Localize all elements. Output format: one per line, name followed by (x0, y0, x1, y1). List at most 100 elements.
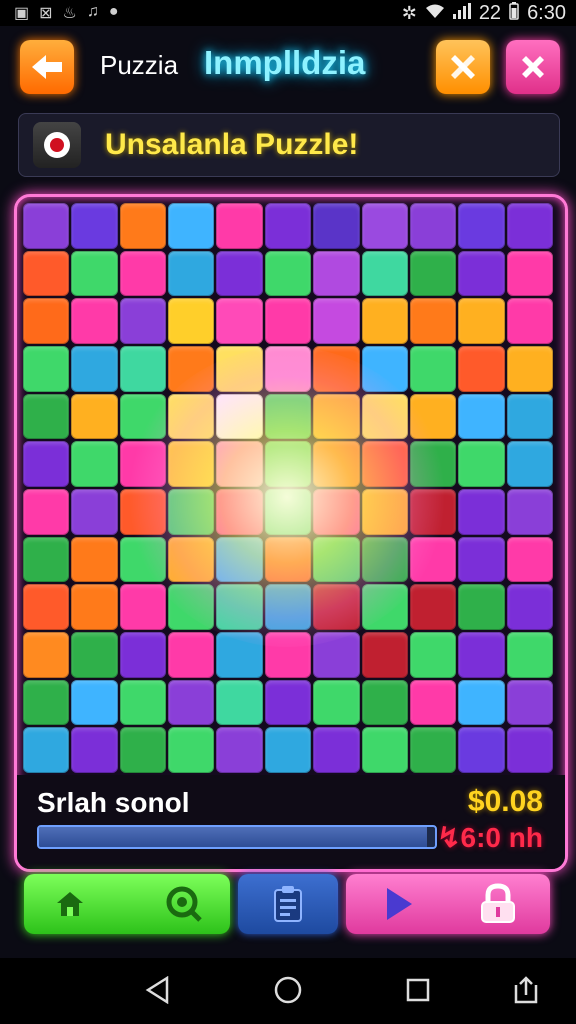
puzzle-piece[interactable] (264, 679, 312, 726)
puzzle-piece[interactable] (458, 632, 505, 678)
puzzle-piece[interactable] (23, 250, 70, 297)
puzzle-piece[interactable] (119, 632, 167, 678)
puzzle-piece[interactable] (313, 346, 360, 392)
puzzle-piece[interactable] (23, 536, 70, 583)
puzzle-piece[interactable] (216, 536, 263, 583)
puzzle-piece[interactable] (506, 679, 553, 726)
puzzle-piece[interactable] (119, 393, 167, 440)
puzzle-piece[interactable] (216, 489, 263, 535)
puzzle-piece[interactable] (264, 632, 312, 678)
puzzle-piece[interactable] (264, 346, 312, 392)
puzzle-piece[interactable] (361, 632, 408, 678)
puzzle-piece[interactable] (119, 584, 167, 630)
puzzle-piece[interactable] (168, 727, 215, 773)
puzzle-piece[interactable] (71, 679, 118, 726)
home-control[interactable] (24, 874, 230, 934)
puzzle-piece[interactable] (313, 393, 360, 440)
close-button[interactable] (506, 40, 560, 94)
puzzle-piece[interactable] (458, 584, 505, 630)
puzzle-piece[interactable] (313, 632, 360, 678)
back-nav-icon[interactable] (140, 972, 176, 1008)
tools-button[interactable] (436, 40, 490, 94)
lock-icon[interactable] (476, 882, 520, 926)
puzzle-piece[interactable] (361, 727, 408, 773)
puzzle-piece[interactable] (23, 203, 70, 249)
puzzle-piece[interactable] (23, 584, 70, 630)
puzzle-piece[interactable] (361, 346, 408, 392)
puzzle-piece[interactable] (409, 536, 457, 583)
puzzle-piece[interactable] (313, 203, 360, 249)
puzzle-piece[interactable] (216, 298, 263, 344)
puzzle-piece[interactable] (458, 298, 505, 344)
puzzle-piece[interactable] (71, 346, 118, 392)
puzzle-piece[interactable] (458, 203, 505, 249)
puzzle-piece[interactable] (168, 203, 215, 249)
puzzle-piece[interactable] (23, 489, 70, 535)
puzzle-piece[interactable] (361, 250, 408, 297)
puzzle-piece[interactable] (71, 632, 118, 678)
puzzle-piece[interactable] (313, 679, 360, 726)
puzzle-piece[interactable] (216, 727, 263, 773)
recents-nav-icon[interactable] (400, 972, 436, 1008)
home-nav-icon[interactable] (270, 972, 306, 1008)
puzzle-piece[interactable] (23, 441, 70, 487)
puzzle-piece[interactable] (409, 441, 457, 487)
puzzle-piece[interactable] (119, 346, 167, 392)
puzzle-piece[interactable] (216, 441, 263, 487)
play-icon[interactable] (382, 886, 416, 922)
puzzle-piece[interactable] (71, 298, 118, 344)
puzzle-piece[interactable] (409, 346, 457, 392)
puzzle-piece[interactable] (168, 536, 215, 583)
puzzle-piece[interactable] (71, 441, 118, 487)
puzzle-piece[interactable] (23, 679, 70, 726)
puzzle-piece[interactable] (168, 679, 215, 726)
puzzle-piece[interactable] (119, 441, 167, 487)
puzzle-piece[interactable] (409, 489, 457, 535)
puzzle-piece[interactable] (506, 489, 553, 535)
puzzle-piece[interactable] (506, 393, 553, 440)
puzzle-piece[interactable] (458, 536, 505, 583)
zoom-icon[interactable] (164, 884, 204, 924)
puzzle-piece[interactable] (409, 679, 457, 726)
puzzle-piece[interactable] (506, 441, 553, 487)
puzzle-piece[interactable] (216, 584, 263, 630)
puzzle-piece[interactable] (506, 536, 553, 583)
puzzle-piece[interactable] (216, 346, 263, 392)
puzzle-piece[interactable] (458, 441, 505, 487)
puzzle-piece[interactable] (119, 250, 167, 297)
puzzle-piece[interactable] (506, 632, 553, 678)
puzzle-piece[interactable] (409, 727, 457, 773)
puzzle-piece[interactable] (506, 203, 553, 249)
puzzle-piece[interactable] (216, 393, 263, 440)
puzzle-piece[interactable] (506, 346, 553, 392)
puzzle-piece[interactable] (458, 393, 505, 440)
puzzle-piece[interactable] (458, 727, 505, 773)
puzzle-piece[interactable] (71, 584, 118, 630)
puzzle-piece[interactable] (23, 393, 70, 440)
puzzle-piece[interactable] (313, 536, 360, 583)
puzzle-piece[interactable] (361, 489, 408, 535)
play-control[interactable] (346, 874, 550, 934)
puzzle-piece[interactable] (119, 679, 167, 726)
puzzle-piece[interactable] (168, 346, 215, 392)
puzzle-piece[interactable] (168, 489, 215, 535)
puzzle-piece[interactable] (264, 298, 312, 344)
puzzle-piece[interactable] (168, 298, 215, 344)
puzzle-piece[interactable] (409, 250, 457, 297)
puzzle-piece[interactable] (361, 679, 408, 726)
puzzle-piece[interactable] (168, 250, 215, 297)
puzzle-piece[interactable] (23, 298, 70, 344)
clipboard-control[interactable] (238, 874, 338, 934)
puzzle-piece[interactable] (409, 203, 457, 249)
puzzle-piece[interactable] (313, 584, 360, 630)
puzzle-piece[interactable] (409, 393, 457, 440)
puzzle-piece[interactable] (313, 489, 360, 535)
puzzle-piece[interactable] (458, 346, 505, 392)
puzzle-piece[interactable] (264, 441, 312, 487)
puzzle-piece[interactable] (506, 727, 553, 773)
puzzle-piece[interactable] (119, 298, 167, 344)
puzzle-piece[interactable] (119, 727, 167, 773)
puzzle-piece[interactable] (119, 203, 167, 249)
puzzle-piece[interactable] (119, 489, 167, 535)
puzzle-piece[interactable] (71, 250, 118, 297)
